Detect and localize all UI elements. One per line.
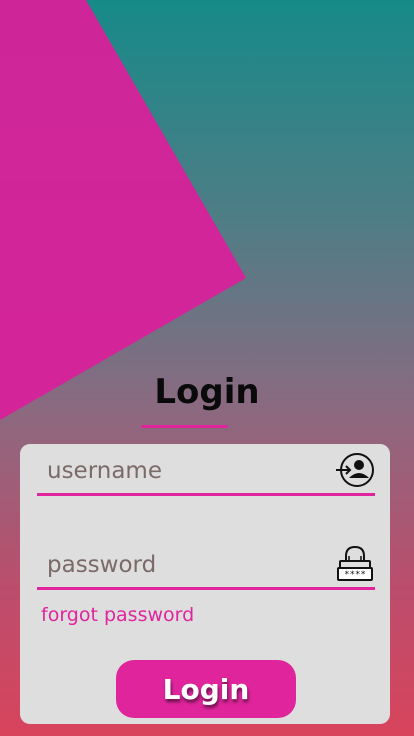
title-underline [141,425,228,428]
password-input[interactable] [47,547,327,583]
password-field: **** [37,538,375,590]
forgot-password-link[interactable]: forgot password [41,604,194,626]
login-card: **** forgot password Login [20,444,390,724]
username-input[interactable] [47,453,327,489]
username-field [37,444,375,496]
login-user-icon [336,453,374,487]
page-title: Login [154,372,260,412]
password-lock-icon: **** [337,545,373,581]
login-button[interactable]: Login [116,660,296,718]
svg-text:****: **** [344,570,366,580]
